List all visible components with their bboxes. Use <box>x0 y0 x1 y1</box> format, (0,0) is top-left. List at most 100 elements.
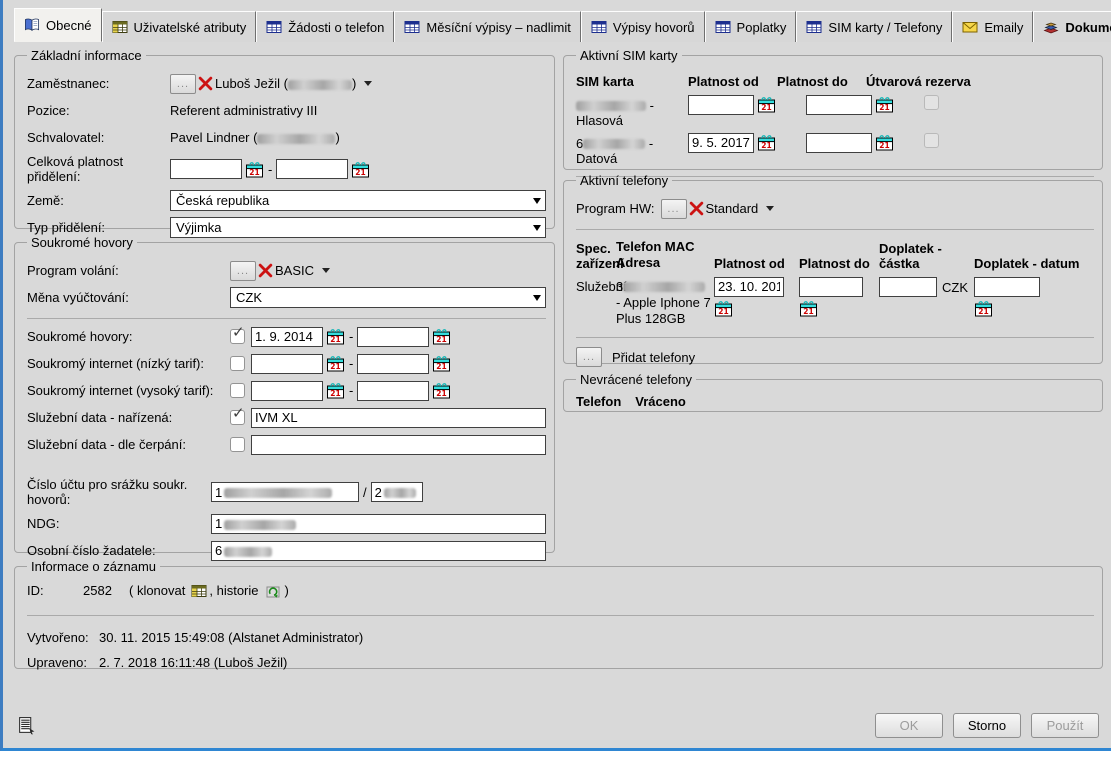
calendar-icon[interactable] <box>757 96 776 113</box>
private-calls-to-input[interactable] <box>357 327 429 347</box>
employee-browse-button[interactable]: ... <box>170 74 196 94</box>
tab-sim-karty-telefony[interactable]: SIM karty / Telefony <box>796 11 952 42</box>
private-calls-legend: Soukromé hovory <box>27 235 137 250</box>
hw-program-dropdown-arrow-icon[interactable] <box>766 206 774 211</box>
envelope-icon <box>962 19 978 35</box>
history-text: , historie <box>209 583 258 598</box>
internet-high-checkbox[interactable] <box>230 383 245 398</box>
tab-label: Emaily <box>984 20 1023 35</box>
tab-vypisy-hovoru[interactable]: Výpisy hovorů <box>581 11 705 42</box>
internet-low-from-input[interactable] <box>251 354 323 374</box>
internet-low-to-input[interactable] <box>357 354 429 374</box>
sim-to-input[interactable] <box>806 95 872 115</box>
internet-low-checkbox[interactable] <box>230 356 245 371</box>
phone-to-cell <box>799 277 879 317</box>
sim-from-input[interactable] <box>688 133 754 153</box>
work-data-usage-label: Služební data - dle čerpání: <box>27 437 230 452</box>
calendar-icon[interactable] <box>875 134 894 151</box>
internet-high-label: Soukromý internet (vysoký tarif): <box>27 383 230 398</box>
tab-label: Uživatelské atributy <box>134 20 247 35</box>
work-data-mandatory-input[interactable] <box>251 408 546 428</box>
calendar-icon[interactable] <box>432 328 451 345</box>
sim-number-cell: 6 - Datová <box>576 133 688 166</box>
calendar-icon[interactable] <box>326 355 345 372</box>
calendar-icon[interactable] <box>432 382 451 399</box>
country-select[interactable]: Česká republika <box>170 190 546 211</box>
cancel-button[interactable]: Storno <box>953 713 1021 738</box>
active-sim-section: Aktivní SIM karty SIM karta Platnost od … <box>563 48 1103 170</box>
internet-high-from-input[interactable] <box>251 381 323 401</box>
work-data-mandatory-checkbox[interactable]: ✓ <box>230 410 245 425</box>
calling-program-browse-button[interactable]: ... <box>230 261 256 281</box>
calendar-icon[interactable] <box>432 355 451 372</box>
hw-program-label: Program HW: <box>576 201 655 216</box>
sim-to-input[interactable] <box>806 133 872 153</box>
validity-from-input[interactable] <box>170 159 242 179</box>
sim-row: 6 - Datová <box>576 133 1094 166</box>
sim-to-cell <box>806 133 924 153</box>
unreturned-phones-section: Nevrácené telefony Telefon Vráceno <box>563 372 1103 412</box>
record-id-label: ID: <box>27 583 83 598</box>
phone-to-input[interactable] <box>799 277 863 297</box>
surcharge-amount-input[interactable] <box>879 277 937 297</box>
chevron-down-icon <box>533 198 541 204</box>
validity-to-input[interactable] <box>276 159 348 179</box>
private-calls-label: Soukromé hovory: <box>27 329 230 344</box>
sim-row: - Hlasová <box>576 95 1094 128</box>
sim-header-reserve: Útvarová rezerva <box>866 75 971 90</box>
calendar-icon[interactable] <box>714 300 733 317</box>
calling-program-remove-icon[interactable] <box>258 263 273 278</box>
position-value: Referent administrativy III <box>170 103 317 118</box>
internet-high-to-input[interactable] <box>357 381 429 401</box>
work-data-usage-checkbox[interactable] <box>230 437 245 452</box>
calendar-icon[interactable] <box>757 134 776 151</box>
billing-currency-select[interactable]: CZK <box>230 287 546 308</box>
calendar-icon[interactable] <box>245 161 264 178</box>
employee-remove-icon[interactable] <box>198 76 213 91</box>
personal-number-input[interactable]: 6 <box>211 541 546 561</box>
ndg-input[interactable]: 1 <box>211 514 546 534</box>
calendar-icon[interactable] <box>875 96 894 113</box>
sim-from-input[interactable] <box>688 95 754 115</box>
tab-emaily[interactable]: Emaily <box>952 11 1033 42</box>
history-icon[interactable] <box>265 583 281 599</box>
sim-from-cell <box>688 95 806 115</box>
work-data-usage-input[interactable] <box>251 435 546 455</box>
chevron-down-icon <box>533 225 541 231</box>
tab-obecne[interactable]: Obecné <box>14 8 102 42</box>
calendar-icon[interactable] <box>974 300 993 317</box>
account-number-label: Číslo účtu pro srážku soukr. hovorů: <box>27 477 211 507</box>
tab-zadosti-o-telefon[interactable]: Žádosti o telefon <box>256 11 394 42</box>
calendar-icon[interactable] <box>351 161 370 178</box>
tab-poplatky[interactable]: Poplatky <box>705 11 797 42</box>
hw-program-remove-icon[interactable] <box>689 201 704 216</box>
employee-dropdown-arrow-icon[interactable] <box>364 81 372 86</box>
hw-program-browse-button[interactable]: ... <box>661 199 687 219</box>
phone-header-from: Platnost od <box>714 257 799 272</box>
form-report-icon[interactable] <box>17 716 36 735</box>
employee-name-close: ) <box>352 76 356 91</box>
tab-uzivatelske-atributy[interactable]: Uživatelské atributy <box>102 11 257 42</box>
device-number-redacted <box>623 282 705 292</box>
add-phone-button[interactable]: ... <box>576 347 602 367</box>
private-calls-from-input[interactable] <box>251 327 323 347</box>
clone-icon[interactable] <box>191 583 207 599</box>
clone-text: ( klonovat <box>129 583 185 598</box>
calendar-icon[interactable] <box>326 328 345 345</box>
account-number-input[interactable]: 1 <box>211 482 359 502</box>
calendar-icon[interactable] <box>799 300 818 317</box>
tab-mesicni-vypisy-nadlimit[interactable]: Měsíční výpisy – nadlimit <box>394 11 581 42</box>
private-calls-checkbox[interactable]: ✓ <box>230 329 245 344</box>
phone-header-device: Telefon MAC Adresa <box>616 239 714 272</box>
calling-program-dropdown-arrow-icon[interactable] <box>322 268 330 273</box>
active-phones-section: Aktivní telefony Program HW: ... Standar… <box>563 173 1103 364</box>
employee-label: Zaměstnanec: <box>27 76 170 91</box>
table-icon <box>715 19 731 35</box>
calendar-icon[interactable] <box>326 382 345 399</box>
surcharge-date-input[interactable] <box>974 277 1040 297</box>
tab-dokumenty[interactable]: Dokumenty <box>1033 11 1111 42</box>
apply-button: Použít <box>1031 713 1099 738</box>
divider <box>576 229 1094 231</box>
bank-code-input[interactable]: 2 <box>371 482 423 502</box>
phone-from-input[interactable] <box>714 277 784 297</box>
